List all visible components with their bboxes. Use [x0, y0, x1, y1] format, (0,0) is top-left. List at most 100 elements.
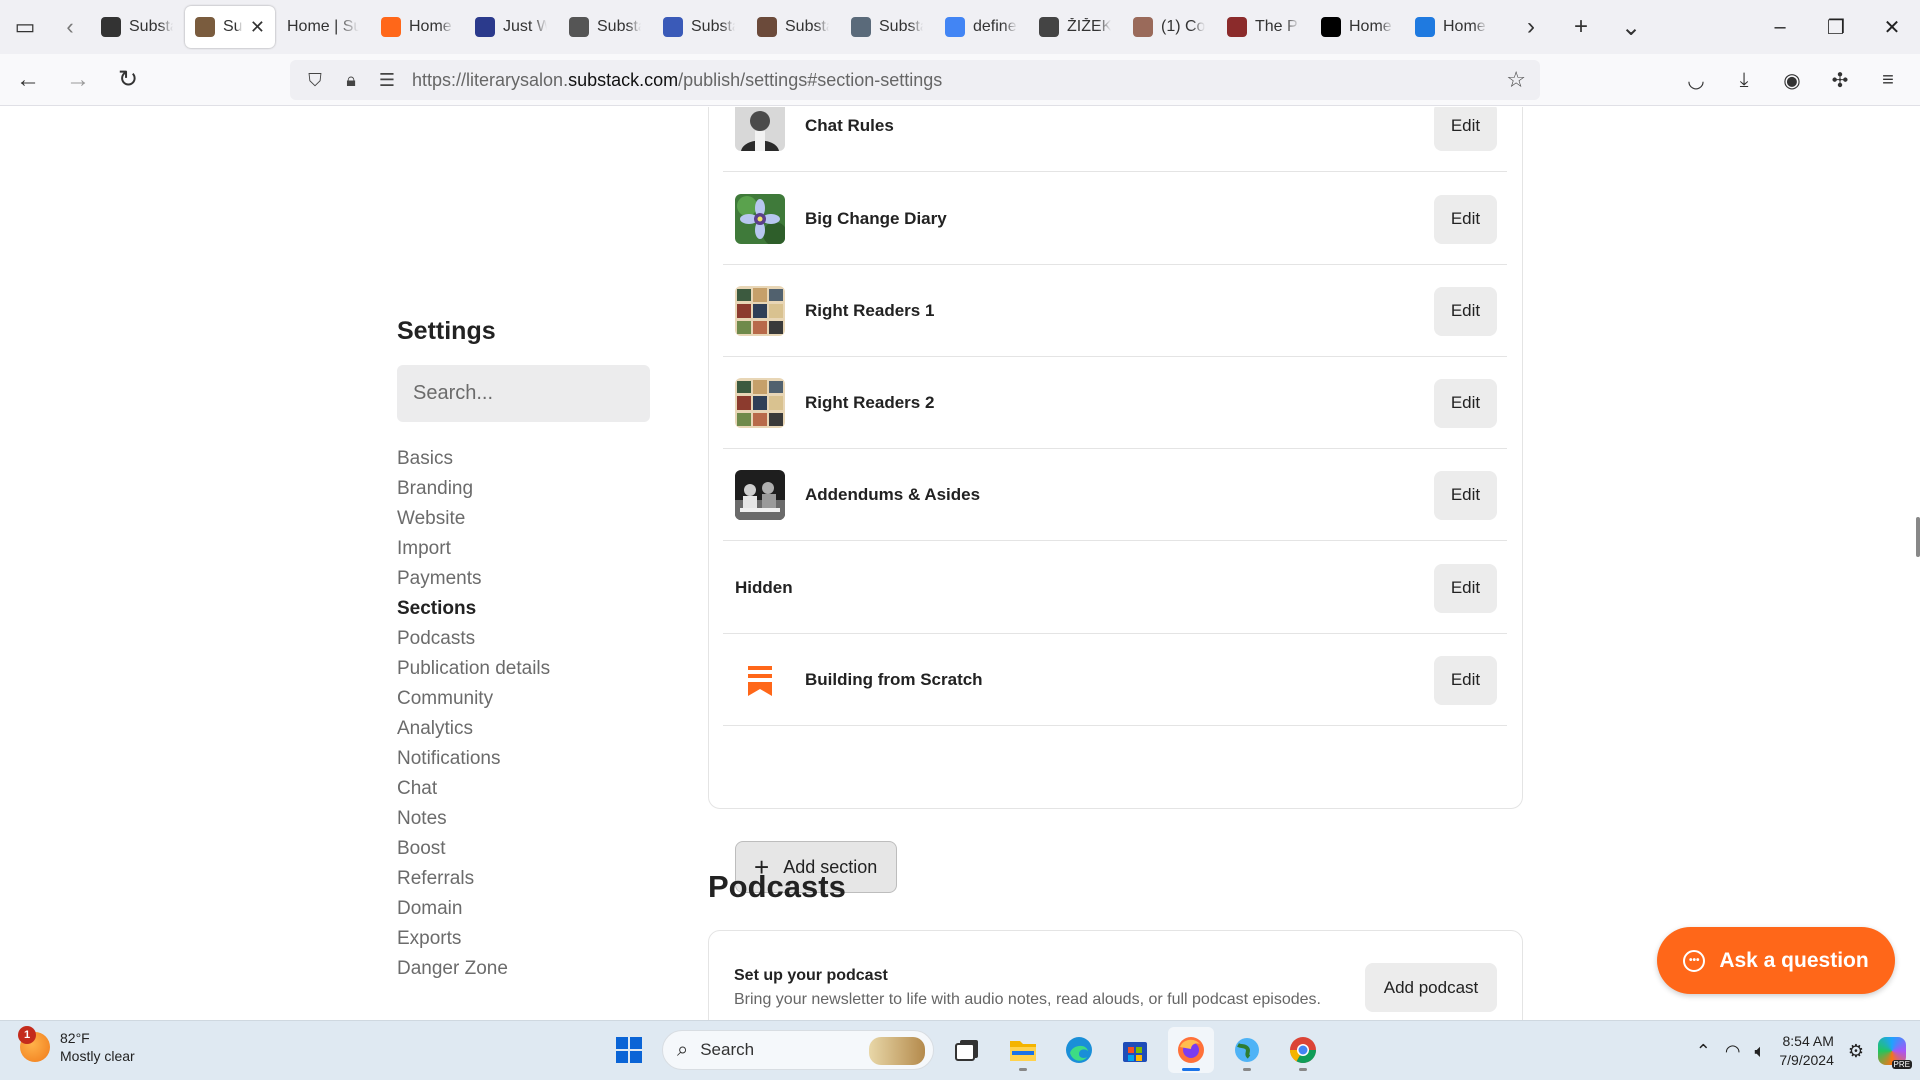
edit-section-button[interactable]: Edit — [1434, 563, 1497, 613]
browser-tab[interactable]: Home | Su — [277, 6, 369, 48]
edit-section-button[interactable]: Edit — [1434, 378, 1497, 428]
browser-tab[interactable]: ŽIŽEK — [1029, 6, 1121, 48]
close-window-icon[interactable]: ✕ — [1864, 0, 1920, 54]
settings-nav-item-referrals[interactable]: Referrals — [397, 864, 550, 894]
lock-icon[interactable]: 🔒︎ — [340, 70, 362, 91]
bookmark-star-icon[interactable]: ☆ — [1506, 67, 1526, 93]
scroll-tabs-left-icon[interactable]: ‹ — [50, 0, 90, 54]
settings-search-input[interactable] — [397, 365, 650, 422]
settings-nav-item-boost[interactable]: Boost — [397, 834, 550, 864]
wifi-icon[interactable]: ◠ — [1725, 1041, 1741, 1062]
app-globe-icon[interactable] — [1224, 1027, 1270, 1073]
start-button-icon[interactable] — [606, 1027, 652, 1073]
scroll-tabs-right-icon[interactable]: › — [1506, 0, 1556, 54]
browser-tab[interactable]: define — [935, 6, 1027, 48]
browser-tab[interactable]: (1) Co — [1123, 6, 1215, 48]
edit-section-button[interactable]: Edit — [1434, 470, 1497, 520]
substack-logo-icon — [381, 17, 401, 37]
image-favicon-icon — [475, 17, 495, 37]
browser-tab[interactable]: Home — [371, 6, 463, 48]
settings-nav-item-domain[interactable]: Domain — [397, 894, 550, 924]
tab-list: Substa Sub ✕ Home | Su Home Just W Substa Subst… — [90, 0, 1498, 54]
microsoft-store-icon[interactable] — [1112, 1027, 1158, 1073]
settings-nav-item-notifications[interactable]: Notifications — [397, 744, 550, 774]
settings-nav-item-chat[interactable]: Chat — [397, 774, 550, 804]
browser-tab[interactable]: Substa — [559, 6, 651, 48]
settings-nav-item-community[interactable]: Community — [397, 684, 550, 714]
system-clock[interactable]: 8:54 AM 7/9/2024 — [1779, 1032, 1834, 1070]
section-name: Big Change Diary — [805, 209, 947, 228]
volume-icon[interactable]: 🔈︎ — [1755, 1041, 1766, 1062]
browser-tab[interactable]: Home — [1311, 6, 1403, 48]
list-all-tabs-icon[interactable]: ⌄ — [1606, 0, 1656, 54]
settings-nav-item-notes[interactable]: Notes — [397, 804, 550, 834]
edge-browser-icon[interactable] — [1056, 1027, 1102, 1073]
pocket-icon[interactable]: ◡ — [1674, 58, 1718, 102]
reload-icon[interactable]: ↻ — [106, 58, 150, 102]
back-icon[interactable]: ← — [6, 58, 50, 102]
podcast-setup-card: Set up your podcast Bring your newslette… — [708, 930, 1523, 1020]
edit-section-button[interactable]: Edit — [1434, 286, 1497, 336]
settings-nav-item-sections[interactable]: Sections — [397, 594, 550, 624]
minimize-window-icon[interactable]: – — [1752, 0, 1808, 54]
weather-icon: 1 — [18, 1026, 50, 1062]
address-bar[interactable]: ⛉ 🔒︎ ☰ https://literarysalon.substack.co… — [290, 60, 1540, 100]
notifications-icon[interactable]: ⚙ — [1848, 1041, 1864, 1062]
tab-title: Substa — [691, 18, 735, 35]
edit-section-button[interactable]: Edit — [1434, 194, 1497, 244]
edit-section-button[interactable]: Edit — [1434, 655, 1497, 705]
page-scrollbar[interactable] — [1916, 517, 1920, 557]
browser-tab[interactable]: Just W — [465, 6, 557, 48]
taskbar-search-box[interactable]: ⌕ Search — [662, 1030, 934, 1070]
settings-nav-item-podcasts[interactable]: Podcasts — [397, 624, 550, 654]
settings-nav-item-import[interactable]: Import — [397, 534, 550, 564]
browser-tab[interactable]: Substa — [653, 6, 745, 48]
edit-section-button[interactable]: Edit — [1434, 107, 1497, 151]
extensions-icon[interactable]: ✣ — [1818, 58, 1862, 102]
section-row: Right Readers 1 Edit — [723, 266, 1507, 357]
tab-title: Substa — [597, 18, 641, 35]
url-text[interactable]: https://literarysalon.substack.com/publi… — [412, 70, 1492, 91]
app-menu-icon[interactable]: ≡ — [1866, 58, 1910, 102]
browser-tab[interactable]: Substa — [747, 6, 839, 48]
tracking-protection-icon[interactable]: ⛉ — [304, 70, 326, 91]
account-icon[interactable]: ◉ — [1770, 58, 1814, 102]
settings-nav-item-exports[interactable]: Exports — [397, 924, 550, 954]
settings-nav-item-danger-zone[interactable]: Danger Zone — [397, 954, 550, 984]
clock-time: 8:54 AM — [1782, 1033, 1834, 1049]
restore-window-icon[interactable]: ❐ — [1808, 0, 1864, 54]
firefox-icon[interactable] — [1168, 1027, 1214, 1073]
ask-question-button[interactable]: ••• Ask a question — [1657, 927, 1895, 994]
browser-tab-strip: ▭ ‹ SubstaSub✕Home | SuHomeJust WSubstaS… — [0, 0, 1920, 54]
close-tab-icon[interactable]: ✕ — [250, 17, 265, 38]
tab-overview-icon[interactable]: ▭ — [0, 0, 50, 54]
section-row: Chat Rules Edit — [723, 107, 1507, 172]
file-explorer-icon[interactable] — [1000, 1027, 1046, 1073]
hat-favicon-icon — [569, 17, 589, 37]
settings-nav-item-basics[interactable]: Basics — [397, 444, 550, 474]
settings-nav-item-publication-details[interactable]: Publication details — [397, 654, 550, 684]
browser-tab[interactable]: The Pe — [1217, 6, 1309, 48]
browser-tab[interactable]: Substa — [91, 6, 183, 48]
copilot-icon[interactable]: PRE — [1878, 1037, 1912, 1069]
forward-icon[interactable]: → — [56, 58, 100, 102]
settings-nav-item-analytics[interactable]: Analytics — [397, 714, 550, 744]
task-view-icon[interactable] — [944, 1027, 990, 1073]
add-podcast-button[interactable]: Add podcast — [1365, 963, 1497, 1012]
chrome-icon[interactable] — [1280, 1027, 1326, 1073]
settings-nav-item-branding[interactable]: Branding — [397, 474, 550, 504]
settings-nav-item-website[interactable]: Website — [397, 504, 550, 534]
c-favicon-icon — [1415, 17, 1435, 37]
browser-tab[interactable]: Substa — [841, 6, 933, 48]
browser-tab[interactable]: Home — [1405, 6, 1497, 48]
browser-tab[interactable]: Sub ✕ — [185, 6, 275, 48]
downloads-icon[interactable]: ⤓ — [1722, 58, 1766, 102]
show-hidden-icons-icon[interactable]: ⌃ — [1696, 1041, 1711, 1062]
weather-widget[interactable]: 1 82°F Mostly clear — [18, 1026, 135, 1065]
new-tab-icon[interactable]: + — [1556, 0, 1606, 54]
section-row: Big Change Diary Edit — [723, 174, 1507, 265]
permissions-icon[interactable]: ☰ — [376, 70, 398, 91]
settings-nav-item-payments[interactable]: Payments — [397, 564, 550, 594]
taskbar-search-label: Search — [700, 1040, 755, 1059]
copilot-preview-badge: PRE — [1891, 1060, 1912, 1069]
